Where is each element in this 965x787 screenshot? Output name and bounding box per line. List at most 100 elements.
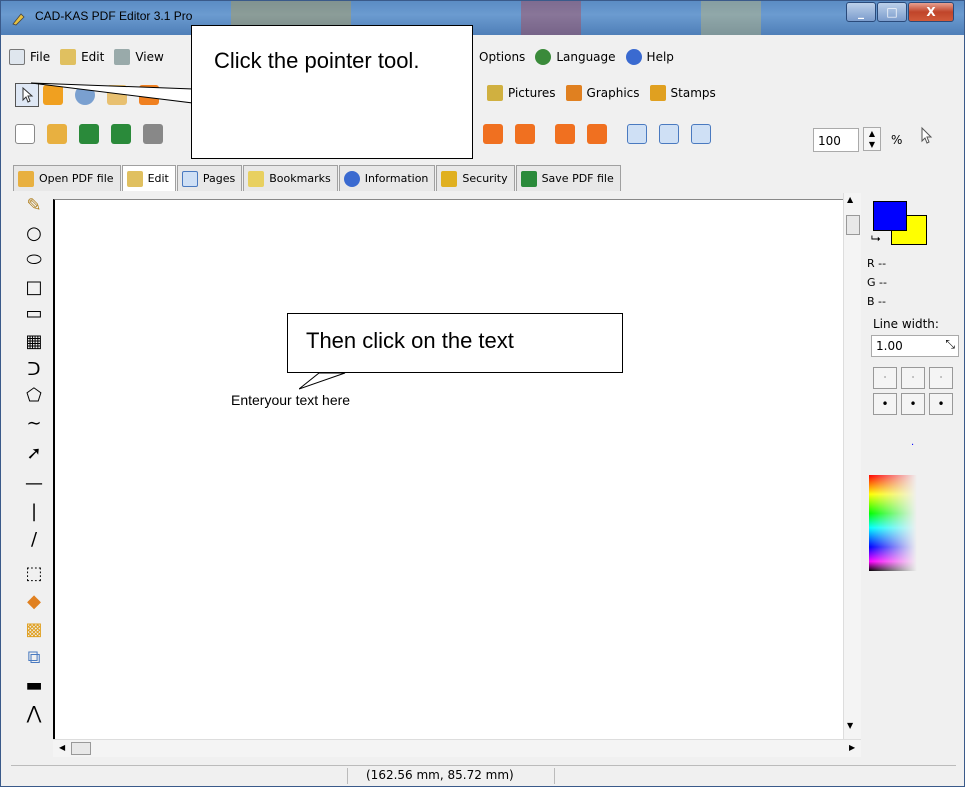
save-icon[interactable]	[79, 124, 99, 144]
curve-icon[interactable]: ∼	[23, 413, 45, 435]
tab-save-pdf[interactable]: Save PDF file	[515, 165, 621, 191]
menu-language[interactable]: Language	[535, 49, 616, 65]
dot-size-large-3[interactable]: •	[929, 393, 953, 415]
diagonal-line-icon[interactable]: /	[23, 529, 45, 551]
open-folder-icon[interactable]	[47, 124, 67, 144]
chevron-icon[interactable]: ⋀	[23, 703, 45, 725]
thick-line-icon[interactable]: ▬	[23, 675, 45, 697]
last-page-icon[interactable]	[515, 124, 535, 144]
dot-size-small-3[interactable]: ·	[929, 367, 953, 389]
title-bar: CAD-KAS PDF Editor 3.1 Pro _ □ X	[1, 1, 964, 35]
resize-icon[interactable]: ⧉	[23, 647, 45, 669]
scroll-down-icon[interactable]: ▼	[847, 721, 853, 730]
actual-size-icon[interactable]	[627, 124, 647, 144]
pages-icon	[181, 170, 198, 187]
menu-bar-right: Options Language Help	[479, 45, 684, 69]
close-button[interactable]: X	[908, 2, 954, 22]
tab-pages[interactable]: Pages	[176, 165, 243, 191]
scroll-right-icon[interactable]: ▶	[849, 743, 855, 752]
table-icon[interactable]: ▦	[23, 331, 45, 353]
pen-icon	[126, 170, 143, 187]
tool-row-right: Pictures Graphics Stamps	[487, 85, 726, 101]
graphics-label: Graphics	[586, 86, 640, 100]
red-value: R --	[867, 257, 887, 270]
menu-options[interactable]: Options	[479, 50, 525, 64]
dot-size-small-2[interactable]: ·	[901, 367, 925, 389]
stamps-button[interactable]: Stamps	[649, 85, 716, 101]
circle-icon[interactable]: ○	[23, 223, 45, 245]
foreground-color-swatch[interactable]	[873, 201, 907, 231]
arrow-icon[interactable]: ➚	[23, 443, 45, 465]
menu-help[interactable]: Help	[625, 49, 674, 65]
menu-view-label: View	[135, 50, 164, 64]
instruction-callout-1: Click the pointer tool.	[191, 25, 473, 159]
color-spectrum[interactable]	[869, 475, 917, 571]
scroll-thumb[interactable]	[846, 215, 860, 235]
undo-icon[interactable]	[555, 124, 575, 144]
horizontal-line-icon[interactable]: —	[23, 473, 45, 495]
polygon-icon[interactable]: ⬠	[23, 385, 45, 407]
tab-label: Security	[462, 172, 508, 185]
line-width-edit-icon[interactable]: ⤡	[945, 337, 955, 352]
scroll-left-icon[interactable]: ◀	[59, 743, 65, 752]
menu-edit[interactable]: Edit	[60, 49, 104, 65]
fill-icon[interactable]: ◆	[23, 591, 45, 613]
fit-width-icon[interactable]	[691, 124, 711, 144]
dot-preview: .	[911, 437, 915, 448]
coordinates-readout: (162.56 mm, 85.72 mm)	[347, 768, 555, 784]
menu-file[interactable]: File	[9, 49, 50, 65]
tab-bookmarks[interactable]: Bookmarks	[243, 165, 338, 191]
file-icon	[9, 49, 25, 65]
pictures-button[interactable]: Pictures	[487, 85, 556, 101]
taskbar-decoration	[521, 1, 581, 35]
print-icon[interactable]	[143, 124, 163, 144]
redo-icon[interactable]	[587, 124, 607, 144]
tab-information[interactable]: Information	[338, 165, 436, 191]
dot-size-small-1[interactable]: ·	[873, 367, 897, 389]
tab-label: Bookmarks	[269, 172, 331, 185]
stamp-icon	[649, 85, 666, 101]
tab-label: Edit	[147, 172, 169, 185]
marquee-icon[interactable]: ⬚	[23, 563, 45, 585]
open-folder-icon	[18, 170, 34, 187]
maximize-button[interactable]: □	[877, 2, 907, 22]
rectangle-icon[interactable]: □	[23, 277, 45, 299]
tab-security[interactable]: Security	[436, 165, 515, 191]
new-file-icon[interactable]	[15, 124, 35, 144]
ellipse-icon[interactable]: ⬭	[23, 249, 45, 271]
polyline-icon[interactable]: ᑐ	[23, 359, 45, 381]
next-page-icon[interactable]	[483, 124, 503, 144]
taskbar-decoration	[701, 1, 761, 35]
menu-language-label: Language	[556, 50, 616, 64]
document-canvas[interactable]	[53, 199, 843, 739]
swap-colors-icon[interactable]: ⮡	[871, 231, 881, 246]
tab-open-pdf[interactable]: Open PDF file	[13, 165, 121, 191]
rounded-rect-icon[interactable]: ▭	[23, 303, 45, 325]
scroll-thumb[interactable]	[71, 742, 91, 755]
pencil-icon[interactable]: ✎	[23, 195, 45, 217]
menu-edit-label: Edit	[81, 50, 105, 64]
zoom-input[interactable]: 100	[813, 128, 859, 152]
zoom-stepper[interactable]: ▲ ▼	[863, 127, 881, 151]
tab-label: Open PDF file	[39, 172, 114, 185]
fill-area-icon[interactable]: ▩	[23, 619, 45, 641]
minimize-button[interactable]: _	[846, 2, 876, 22]
nav-toolbar	[483, 124, 723, 144]
vertical-scrollbar[interactable]: ▲ ▼	[843, 193, 861, 741]
menu-view[interactable]: View	[114, 49, 164, 65]
vertical-line-icon[interactable]: |	[23, 501, 45, 523]
app-logo-icon	[12, 13, 25, 26]
graphics-button[interactable]: Graphics	[565, 85, 640, 101]
tab-edit[interactable]: Edit	[121, 165, 176, 191]
line-width-input[interactable]: 1.00 ⤡	[871, 335, 959, 357]
horizontal-scrollbar[interactable]: ◀ ▶	[53, 739, 861, 757]
save-as-icon[interactable]	[111, 124, 131, 144]
canvas-text[interactable]: Enteryour text here	[231, 392, 350, 408]
scroll-up-icon[interactable]: ▲	[847, 195, 853, 204]
dot-size-large-2[interactable]: •	[901, 393, 925, 415]
instruction-callout-2: Then click on the text	[287, 313, 623, 373]
dot-size-large-1[interactable]: •	[873, 393, 897, 415]
callout-pointer	[31, 82, 194, 104]
tab-label: Pages	[202, 172, 236, 185]
fit-height-icon[interactable]	[659, 124, 679, 144]
